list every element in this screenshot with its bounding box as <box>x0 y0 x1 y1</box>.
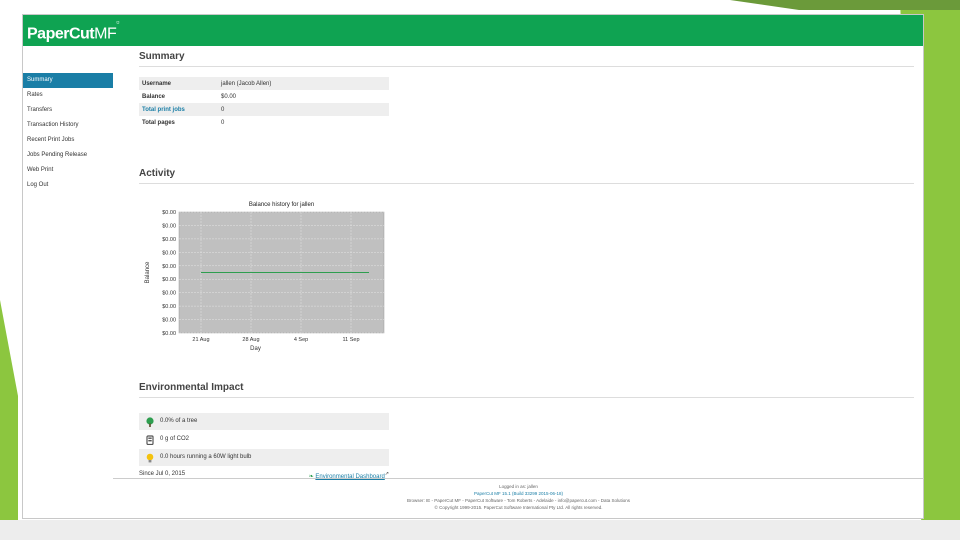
main-content: Summary Username jallen (Jacob Allen) Bal… <box>139 51 914 480</box>
environmental-impact-list: 0.0% of a tree 0 g of CO2 0.0 hours runn… <box>139 413 389 467</box>
table-row: Total print jobs 0 <box>139 103 389 116</box>
co2-impact-text: 0 g of CO2 <box>160 436 190 442</box>
sidebar-item-web-print[interactable]: Web Print <box>23 163 113 178</box>
environmental-impact-heading: Environmental Impact <box>139 382 914 398</box>
balance-history-chart: Balance history for jallen $0.00 $0.00 $0.0… <box>145 202 385 352</box>
list-item: 0 g of CO2 <box>139 431 389 448</box>
y-tick-label: $0.00 <box>162 318 176 324</box>
bulb-impact-text: 0.0 hours running a 60W light bulb <box>160 454 252 460</box>
external-link-icon: ↗ <box>384 471 389 477</box>
browser-page: PaperCutMF▫ Summary Rates Transfers Tran… <box>22 14 924 519</box>
stat-value: $0.00 <box>221 93 237 100</box>
x-tick-label: 4 Sep <box>294 337 308 343</box>
y-tick-label: $0.00 <box>162 291 176 297</box>
logged-in-as: Logged in as: jallen <box>499 484 538 489</box>
table-row: Balance $0.00 <box>139 90 389 103</box>
y-tick-label: $0.00 <box>162 237 176 243</box>
sidebar-item-transaction-history[interactable]: Transaction History <box>23 118 113 133</box>
y-tick-label: $0.00 <box>162 250 176 256</box>
sidebar-item-log-out[interactable]: Log Out <box>23 178 113 193</box>
list-item: 0.0% of a tree <box>139 413 389 430</box>
list-item: 0.0 hours running a 60W light bulb <box>139 449 389 466</box>
slide-decoration-bottom <box>0 520 960 540</box>
stat-label: Username <box>142 80 172 87</box>
stat-label: Balance <box>142 93 166 100</box>
sidebar-item-recent-print-jobs[interactable]: Recent Print Jobs <box>23 133 113 148</box>
header-bar: PaperCutMF▫ <box>23 15 923 46</box>
x-tick-label: 21 Aug <box>192 337 209 343</box>
stat-label-link[interactable]: Total print jobs <box>139 103 218 116</box>
summary-heading: Summary <box>139 51 914 67</box>
x-axis-label: Day <box>250 346 261 352</box>
chart-title: Balance history for jallen <box>249 202 314 208</box>
sidebar-item-rates[interactable]: Rates <box>23 88 113 103</box>
copyright: © Copyright 1999-2015. PaperCut Software… <box>434 505 603 510</box>
total-print-jobs-link[interactable]: Total print jobs <box>142 107 185 113</box>
table-row: Username jallen (Jacob Allen) <box>139 77 389 90</box>
y-tick-label: $0.00 <box>162 331 176 337</box>
page-footer: Logged in as: jallen PaperCut MF 15.1 (B… <box>113 478 924 511</box>
x-tick-label: 11 Sep <box>342 337 359 343</box>
bulb-icon <box>144 453 156 463</box>
version-info[interactable]: PaperCut MF 15.1 (Build 33299 2015-06-18… <box>113 490 924 497</box>
sidebar: Summary Rates Transfers Transaction Hist… <box>23 73 113 193</box>
sidebar-item-transfers[interactable]: Transfers <box>23 103 113 118</box>
slide-decoration-left <box>0 300 18 540</box>
stat-value: 0 <box>221 106 225 113</box>
table-row: Total pages 0 <box>139 116 389 129</box>
tree-icon <box>144 416 156 427</box>
stat-label: Total pages <box>142 119 175 126</box>
activity-heading: Activity <box>139 168 914 184</box>
slide-decoration-top <box>730 0 960 10</box>
papercut-logo: PaperCutMF▫ <box>27 17 119 43</box>
browser-info: Browser: IE - PaperCut MF - PaperCut Sof… <box>406 498 631 503</box>
tree-impact-text: 0.0% of a tree <box>160 418 198 424</box>
sidebar-item-jobs-pending-release[interactable]: Jobs Pending Release <box>23 148 113 163</box>
y-tick-label: $0.00 <box>162 210 176 216</box>
stat-value: 0 <box>221 119 225 126</box>
y-axis-label: Balance <box>145 261 151 283</box>
x-tick-label: 28 Aug <box>242 337 259 343</box>
summary-table: Username jallen (Jacob Allen) Balance $0.0… <box>139 77 389 129</box>
y-tick-label: $0.00 <box>162 264 176 270</box>
y-tick-label: $0.00 <box>162 223 176 229</box>
sidebar-item-summary[interactable]: Summary <box>23 73 113 88</box>
stat-value: jallen (Jacob Allen) <box>221 80 272 87</box>
y-tick-label: $0.00 <box>162 304 176 310</box>
battery-icon <box>144 434 156 445</box>
y-tick-label: $0.00 <box>162 277 176 283</box>
